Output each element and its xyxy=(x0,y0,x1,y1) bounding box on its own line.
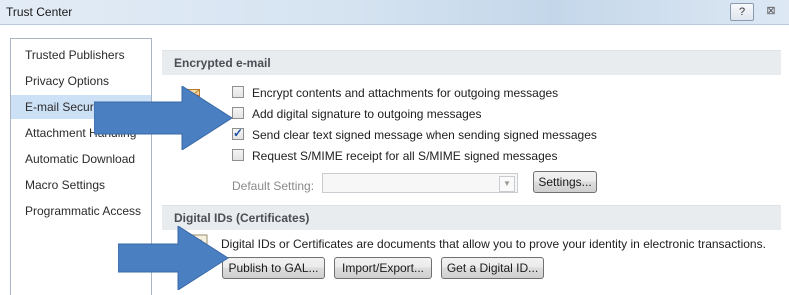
settings-button[interactable]: Settings... xyxy=(533,171,597,193)
publish-to-gal-button[interactable]: Publish to GAL... xyxy=(222,257,325,279)
sidebar-item-macro-settings[interactable]: Macro Settings xyxy=(11,173,151,197)
sidebar-item-automatic-download[interactable]: Automatic Download xyxy=(11,147,151,171)
default-setting-select[interactable]: ▼ xyxy=(322,173,518,193)
get-digital-id-button[interactable]: Get a Digital ID... xyxy=(441,257,544,279)
annotation-arrow-icon xyxy=(94,86,233,150)
section-title: Encrypted e-mail xyxy=(174,56,271,70)
smime-receipt-label[interactable]: Request S/MIME receipt for all S/MIME si… xyxy=(252,149,557,163)
section-title: Digital IDs (Certificates) xyxy=(174,211,310,225)
add-signature-label[interactable]: Add digital signature to outgoing messag… xyxy=(252,107,481,121)
encrypted-email-header: Encrypted e-mail xyxy=(162,50,781,75)
window-title: Trust Center xyxy=(6,5,73,19)
sidebar-item-trusted-publishers[interactable]: Trusted Publishers xyxy=(11,43,151,67)
help-icon[interactable]: ? xyxy=(730,3,754,21)
encrypt-contents-label[interactable]: Encrypt contents and attachments for out… xyxy=(252,86,558,100)
digital-ids-description: Digital IDs or Certificates are document… xyxy=(221,237,766,251)
chevron-down-icon[interactable]: ▼ xyxy=(499,176,515,192)
digital-ids-header: Digital IDs (Certificates) xyxy=(162,205,781,230)
title-bar: Trust Center ? ⊠ xyxy=(0,0,789,25)
smime-receipt-checkbox[interactable] xyxy=(232,149,244,161)
sidebar-item-programmatic-access[interactable]: Programmatic Access xyxy=(11,199,151,223)
send-clear-text-label[interactable]: Send clear text signed message when send… xyxy=(252,128,597,142)
annotation-arrow-icon xyxy=(118,226,229,290)
default-setting-label: Default Setting: xyxy=(232,179,315,193)
close-icon[interactable]: ⊠ xyxy=(760,3,782,19)
import-export-button[interactable]: Import/Export... xyxy=(334,257,432,279)
